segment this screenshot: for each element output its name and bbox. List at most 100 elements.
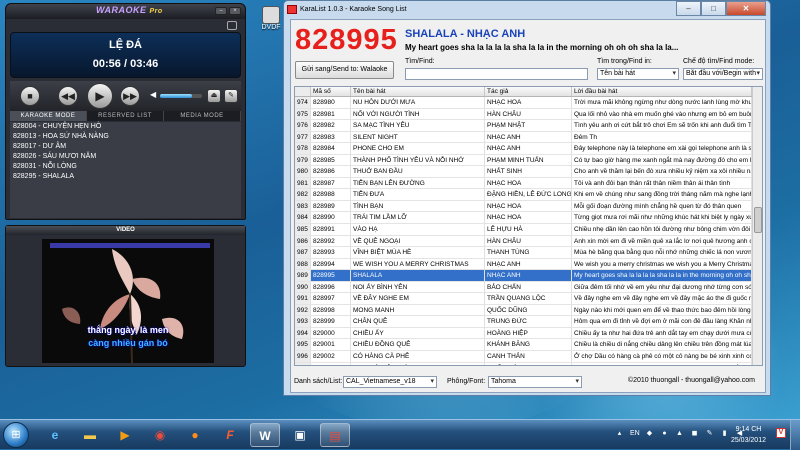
stop-button[interactable]: ■ — [20, 86, 40, 106]
tab-media-mode[interactable]: MEDIA MODE — [164, 111, 241, 121]
tray-icon[interactable]: ▲ — [675, 429, 684, 438]
table-row[interactable]: 986 828992 VỀ QUÊ NGOẠI HÀN CHÂU Anh xin mời… — [295, 235, 762, 248]
maximize-button[interactable]: □ — [701, 1, 726, 16]
settings-button[interactable]: ✎ — [224, 89, 238, 103]
network-icon[interactable]: ▮ — [720, 429, 729, 438]
find-in-select[interactable]: Tên bài hát — [597, 68, 679, 80]
start-button[interactable]: ⊞ — [3, 422, 29, 448]
send-to-walaoke-button[interactable]: Gửi sang/Send to: Walaoke — [295, 61, 394, 79]
taskbar-app[interactable]: ▣ — [285, 423, 315, 447]
table-row[interactable]: 984 828990 TRÁI TIM LẦM LỠ NHẠC HOA Từng giọ… — [295, 212, 762, 225]
close-button[interactable]: × — [229, 7, 241, 15]
column-header[interactable]: Tác giả — [485, 87, 572, 96]
table-cell: VĨNH BIỆT MÙA HÈ — [351, 247, 485, 258]
language-icon[interactable]: EN — [630, 429, 640, 438]
table-row[interactable]: 996 829002 CÓ HÀNG CÀ PHÊ CANH THẢN Ở chợ Dầ… — [295, 351, 762, 363]
playlist-item[interactable]: 828026 - SÁU MƯƠI NĂM — [10, 152, 241, 162]
taskbar-media-player[interactable]: ▶ — [110, 423, 140, 447]
taskbar-explorer[interactable]: ▬ — [75, 423, 105, 447]
tray-icon[interactable]: ▴ — [615, 429, 624, 438]
taskbar-flash[interactable]: F — [215, 423, 245, 447]
table-row[interactable]: 987 828993 VĨNH BIỆT MÙA HÈ THANH TÙNG Mùa h… — [295, 247, 762, 259]
column-header[interactable]: Mã số — [311, 87, 351, 96]
table-cell: 982 — [295, 189, 311, 200]
find-input[interactable] — [405, 68, 588, 80]
speaker-icon[interactable] — [227, 21, 237, 30]
list-select[interactable]: CAL_Vietnamese_v18 — [343, 376, 437, 388]
tab-karaoke-mode[interactable]: KARAOKE MODE — [10, 111, 87, 121]
karalist-titlebar[interactable]: KaraList 1.0.3 - Karaoke Song List – □ ✕ — [284, 1, 770, 18]
media-player-icon: ▶ — [120, 428, 130, 442]
table-row[interactable]: 979 828985 THÀNH PHỐ TÌNH YÊU VÀ NỖI NHỚ PH… — [295, 154, 762, 167]
volume-slider[interactable] — [160, 94, 202, 98]
taskbar-chrome[interactable]: ◉ — [145, 423, 175, 447]
player-logo: WARAOKE Pro — [96, 5, 163, 15]
scrollbar-thumb[interactable] — [754, 207, 762, 233]
taskbar-firefox[interactable]: ● — [180, 423, 210, 447]
column-header[interactable] — [295, 87, 311, 96]
karalist-window: KaraList 1.0.3 - Karaoke Song List – □ ✕… — [283, 0, 771, 396]
play-button[interactable]: ▶ — [87, 83, 113, 109]
table-row[interactable]: 989 828995 SHALALA NHẠC ANH My heart goes sh… — [295, 270, 762, 282]
taskbar-ie[interactable]: e — [40, 423, 70, 447]
tray-icon[interactable]: ● — [660, 429, 669, 438]
forward-button[interactable]: ▶▶ — [120, 86, 140, 106]
rewind-button[interactable]: ◀◀ — [58, 86, 78, 106]
minimize-icon: – — [686, 4, 691, 13]
eject-button[interactable]: ⏏ — [207, 89, 221, 103]
minimize-button[interactable]: – — [676, 1, 701, 16]
playlist-item[interactable]: 828004 - CHUYỆN HẸN HÒ — [10, 122, 241, 132]
tab-reserved-list[interactable]: RESERVED LIST — [87, 111, 164, 121]
table-cell: 991 — [295, 293, 311, 304]
find-mode-select[interactable]: Bắt đầu với/Begin with — [683, 68, 763, 80]
table-row[interactable]: 993 828999 CHÂN QUÊ TRUNG ĐỨC Hôm qua em đi … — [295, 316, 762, 328]
clock[interactable]: 9:14 CH 25/03/2012 — [731, 424, 766, 446]
column-header[interactable]: Tên bài hát — [351, 87, 485, 96]
column-header[interactable]: Lời đầu bài hát — [572, 87, 752, 96]
close-button[interactable]: ✕ — [726, 1, 766, 16]
table-row[interactable]: 985 828991 VÀO HẠ LÊ HỰU HÀ Chiều nhẹ dần lê… — [295, 224, 762, 236]
desktop-icon[interactable]: DVDF — [258, 6, 284, 31]
table-row[interactable]: 978 828984 PHONE CHO EM NHẠC ANH Đây telepho… — [295, 143, 762, 155]
table-row[interactable]: 990 828996 NOI ẤY BÌNH YÊN BẢO CHẤN Giữa đêm… — [295, 281, 762, 294]
find-in-label: Tìm trong/Find in: — [597, 58, 652, 65]
table-row[interactable]: 983 828989 TÌNH BẠN NHẠC HOA Mỗi gối đoạn đư… — [295, 200, 762, 213]
table-row[interactable]: 977 828983 SILENT NIGHT NHẠC ANH Đêm Th — [295, 131, 762, 144]
tray-icon[interactable]: ✎ — [705, 429, 714, 438]
table-cell: SA MẠC TÌNH YÊU — [351, 120, 485, 131]
table-row[interactable]: 992 828998 MONG MANH QUỐC DŨNG Ngày nào khi … — [295, 304, 762, 317]
show-desktop-button[interactable] — [790, 420, 800, 450]
table-row[interactable]: 976 828982 SA MẠC TÌNH YÊU PHẠM NHẬT Tình yê… — [295, 120, 762, 132]
taskbar-walaoke[interactable]: W — [250, 423, 280, 447]
table-row[interactable]: 988 828994 WE WISH YOU A MERRY CHRISTMAS NH… — [295, 258, 762, 271]
font-select[interactable]: Tahoma — [488, 376, 582, 388]
tray-icon[interactable]: ◆ — [645, 429, 654, 438]
table-row[interactable]: 991 828997 VỀ ĐÂY NGHE EM TRẦN QUANG LỘC Về … — [295, 293, 762, 305]
table-row[interactable]: 974 828980 NU HÔN DƯỚI MƯA NHẠC HOA Trời mưa… — [295, 97, 762, 109]
taskbar: ⊞ e ▬ ▶ ◉ ● F W ▣ ▤ ▴ EN ◆ ● ▲ ◼ ✎ ▮ ◀ 9… — [0, 419, 800, 450]
table-row[interactable]: 997829003CON GÁI BÂY GIỜQUỐC HÙNGBiết yê… — [295, 362, 762, 365]
notification-icon[interactable]: V — [776, 428, 786, 438]
table-row[interactable]: 981 828987 TIỄN BẠN LÊN ĐƯỜNG NHẠC HOA Tôi v… — [295, 177, 762, 190]
selected-song-number: 828995 — [295, 24, 398, 56]
table-row[interactable]: 975 828981 NỐI VỚI NGƯỜI TÌNH HÀN CHÂU Qua l… — [295, 108, 762, 121]
minimize-button[interactable]: – — [215, 7, 227, 15]
table-row[interactable]: 995 829001 CHIỀU ĐỒNG QUÊ KHÁNH BĂNG Chiều l… — [295, 339, 762, 352]
playlist-item[interactable]: 828013 - HOA SỨ NHÀ NÀNG — [10, 132, 241, 142]
playlist-item[interactable]: 828295 - SHALALA — [10, 172, 241, 182]
video-window: VIDEO thắng ngày, là men càng nhiều gán … — [5, 225, 246, 367]
player-titlebar[interactable]: WARAOKE Pro – × — [6, 4, 245, 19]
vertical-scrollbar[interactable] — [752, 87, 762, 365]
table-cell: 828998 — [311, 304, 351, 316]
table-row[interactable]: 994 829000 CHIỀU ẤY HOÀNG HIỆP Chiều ấy ta n… — [295, 327, 762, 340]
table-cell: PHẠM MINH TUẤN — [485, 154, 572, 166]
taskbar-karalist[interactable]: ▤ — [320, 423, 350, 447]
table-cell: Ở chợ Dầu có hàng cà phê có một cô nàng … — [574, 351, 752, 362]
video-screen[interactable]: thắng ngày, là men càng nhiều gán bó — [42, 239, 214, 363]
table-cell: 996 — [295, 351, 311, 362]
table-row[interactable]: 980 828986 THUỞ BAN ĐẦU NHẤT SINH Cho anh về… — [295, 166, 762, 178]
tray-icon[interactable]: ◼ — [690, 429, 699, 438]
table-row[interactable]: 982 828988 TIỄN ĐƯA ĐẶNG HIỀN, LÊ ĐỨC LONG K… — [295, 189, 762, 201]
playlist-item[interactable]: 828031 - NỖI LÒNG — [10, 162, 241, 172]
playlist-item[interactable]: 828017 - DƯ ÂM — [10, 142, 241, 152]
